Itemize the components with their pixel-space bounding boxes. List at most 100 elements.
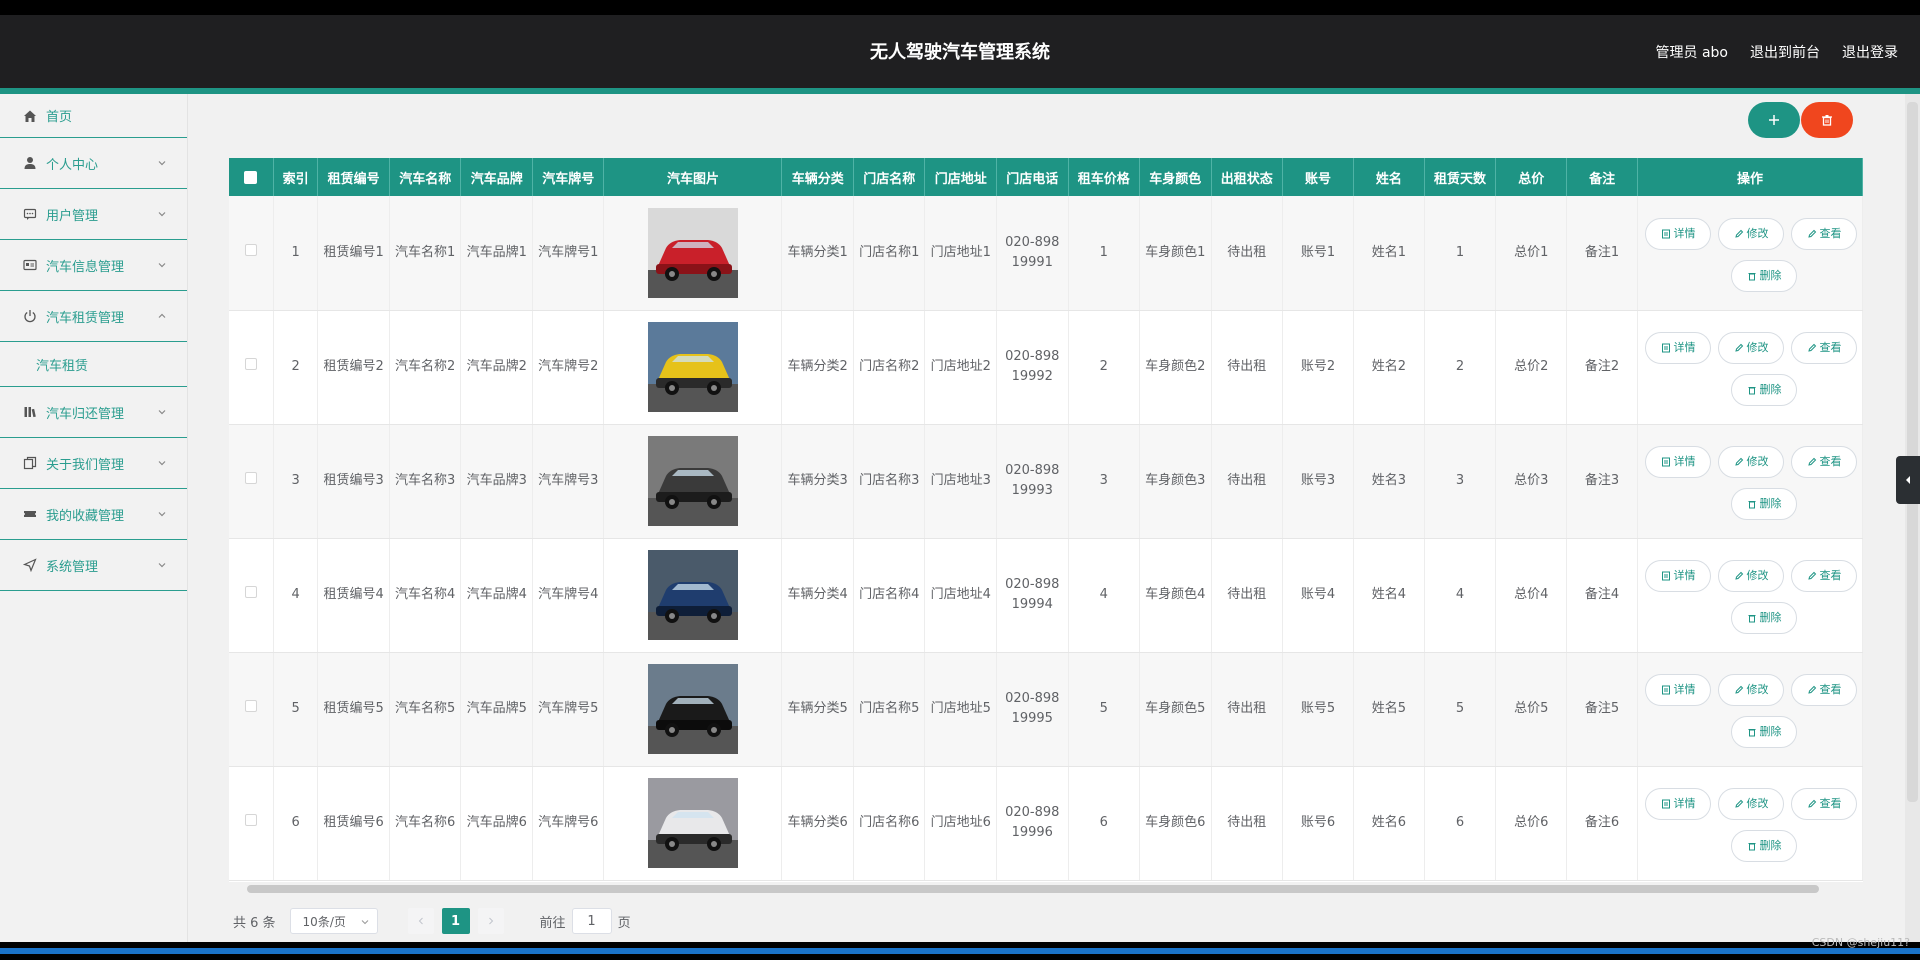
view-button[interactable]: 查看 (1791, 674, 1857, 706)
table-cell-name: 汽车名称4 (389, 538, 462, 653)
edit-label: 修改 (1746, 455, 1769, 468)
side-toggle-tab[interactable] (1896, 456, 1920, 504)
edit-button[interactable]: 修改 (1718, 560, 1784, 592)
page-number-current[interactable]: 1 (441, 908, 470, 934)
edit-button[interactable]: 修改 (1718, 446, 1784, 478)
detail-button[interactable]: 详情 (1645, 674, 1711, 706)
row-select-cell[interactable] (229, 538, 274, 653)
edit-button[interactable]: 修改 (1718, 788, 1784, 820)
view-button[interactable]: 查看 (1791, 217, 1857, 250)
delete-button[interactable]: 删除 (1731, 602, 1797, 634)
operations-cell: 详情 修改 查看删除 (1637, 196, 1863, 311)
view-label: 查看 (1819, 226, 1842, 240)
table-row[interactable]: 6 租赁编号6 汽车名称6 汽车品牌6 汽车牌号6 车辆分类6 门店名称6 门店地址6 020-… (229, 766, 1863, 881)
sidebar-item-return[interactable]: 汽车归还管理 (0, 387, 187, 438)
chevron-down-icon (361, 920, 368, 925)
sidebar-item-favorites[interactable]: 我的收藏管理 (0, 489, 187, 540)
row-select-cell[interactable] (229, 196, 274, 311)
admin-label[interactable]: 管理员 abo (1656, 42, 1728, 62)
table-cell-addr: 门店地址3 (924, 424, 997, 539)
table-scroll-thumb[interactable] (247, 885, 1819, 893)
next-page-button[interactable] (477, 908, 504, 934)
table-cell-name: 汽车名称6 (389, 766, 462, 881)
row-checkbox[interactable] (244, 243, 257, 256)
view-button[interactable]: 查看 (1791, 332, 1857, 364)
page-size-select[interactable]: 10条/页 (289, 908, 378, 934)
detail-button[interactable]: 详情 (1645, 446, 1711, 478)
table-cell-acct: 账号1 (1282, 196, 1354, 311)
logout-link[interactable]: 退出登录 (1842, 42, 1898, 62)
table-row[interactable]: 1 租赁编号1 汽车名称1 汽车品牌1 汽车牌号1 车辆分类1 门店名称1 门店地址1 020-… (229, 196, 1863, 311)
row-select-cell[interactable] (229, 652, 274, 767)
detail-button[interactable]: 详情 (1645, 217, 1711, 250)
row-select-cell[interactable] (229, 766, 274, 881)
table-header: 索引 (273, 158, 319, 196)
table-cell-store: 门店名称4 (853, 538, 926, 653)
exit-front-link[interactable]: 退出到前台 (1750, 42, 1820, 62)
delete-button[interactable]: 删除 (1731, 374, 1797, 406)
delete-label: 删除 (1759, 268, 1782, 282)
table-row[interactable]: 5 租赁编号5 汽车名称5 汽车品牌5 汽车牌号5 车辆分类5 门店名称5 门店地址5 020-… (229, 652, 1863, 767)
view-button[interactable]: 查看 (1791, 560, 1857, 592)
sidebar-item-car-info[interactable]: 汽车信息管理 (0, 240, 187, 291)
sidebar-item-label: 系统管理 (46, 559, 99, 575)
sidebar-item-label: 关于我们管理 (46, 457, 125, 473)
table-header: 门店电话 (996, 158, 1069, 196)
sidebar-subitem-car-rental[interactable]: 汽车租赁 (0, 342, 187, 387)
table-cell-brand: 汽车品牌2 (460, 310, 533, 425)
delete-button[interactable]: 删除 (1731, 716, 1797, 748)
sidebar-item-about[interactable]: 关于我们管理 (0, 438, 187, 489)
pencil-icon (1734, 685, 1743, 694)
goto-page-input[interactable]: 1 (571, 908, 612, 934)
row-checkbox[interactable] (244, 358, 257, 370)
table-row[interactable]: 4 租赁编号4 汽车名称4 汽车品牌4 汽车牌号4 车辆分类4 门店名称4 门店地址4 020-… (229, 538, 1863, 653)
view-label: 查看 (1819, 455, 1842, 468)
add-button[interactable] (1748, 102, 1800, 138)
detail-label: 详情 (1673, 683, 1696, 696)
delete-button[interactable]: 删除 (1731, 830, 1797, 862)
edit-button[interactable]: 修改 (1718, 332, 1784, 364)
row-select-cell[interactable] (229, 310, 274, 425)
document-icon (1661, 229, 1670, 239)
document-icon (1661, 457, 1670, 467)
table-cell-store: 门店名称6 (853, 766, 926, 881)
sidebar-item-system[interactable]: 系统管理 (0, 540, 187, 591)
table-cell-price: 2 (1068, 310, 1141, 425)
row-select-cell[interactable] (229, 424, 274, 539)
table-row[interactable]: 2 租赁编号2 汽车名称2 汽车品牌2 汽车牌号2 车辆分类2 门店名称2 门店地址2 020-… (229, 310, 1863, 425)
row-checkbox[interactable] (244, 472, 257, 484)
delete-label: 删除 (1759, 383, 1782, 396)
table-cell-days: 6 (1424, 766, 1497, 881)
sidebar-item-rental[interactable]: 汽车租赁管理 (0, 291, 187, 342)
detail-button[interactable]: 详情 (1645, 332, 1711, 364)
delete-button[interactable]: 删除 (1731, 259, 1797, 292)
table-horizontal-scrollbar[interactable] (229, 882, 1863, 896)
table-cell-brand: 汽车品牌4 (460, 538, 533, 653)
table-cell-note: 备注3 (1566, 424, 1638, 539)
document-icon (1661, 343, 1670, 353)
row-checkbox[interactable] (244, 586, 257, 598)
prev-page-button[interactable] (407, 908, 434, 934)
view-button[interactable]: 查看 (1791, 788, 1857, 820)
page-scrollbar[interactable] (1905, 94, 1920, 942)
sidebar-item-personal[interactable]: 个人中心 (0, 138, 187, 189)
detail-button[interactable]: 详情 (1645, 788, 1711, 820)
detail-button[interactable]: 详情 (1645, 560, 1711, 592)
row-checkbox[interactable] (244, 814, 257, 826)
edit-button[interactable]: 修改 (1718, 217, 1784, 250)
edit-button[interactable]: 修改 (1718, 674, 1784, 706)
table-row[interactable]: 3 租赁编号3 汽车名称3 汽车品牌3 汽车牌号3 车辆分类3 门店名称3 门店地址3 020-… (229, 424, 1863, 539)
select-all-checkbox[interactable] (244, 170, 258, 184)
delete-button[interactable]: 删除 (1731, 488, 1797, 520)
header-select-all[interactable] (229, 158, 274, 196)
table-cell-uname: 姓名5 (1353, 652, 1425, 767)
row-checkbox[interactable] (244, 700, 257, 712)
sidebar-item-users[interactable]: 用户管理 (0, 189, 187, 240)
view-button[interactable]: 查看 (1791, 446, 1857, 478)
user-icon (22, 155, 38, 171)
edit-label: 修改 (1746, 341, 1769, 354)
page-scrollbar-thumb[interactable] (1907, 102, 1918, 802)
sidebar-item-home[interactable]: 首页 (0, 94, 187, 138)
table-header: 出租状态 (1211, 158, 1284, 196)
batch-delete-button[interactable] (1801, 102, 1853, 138)
